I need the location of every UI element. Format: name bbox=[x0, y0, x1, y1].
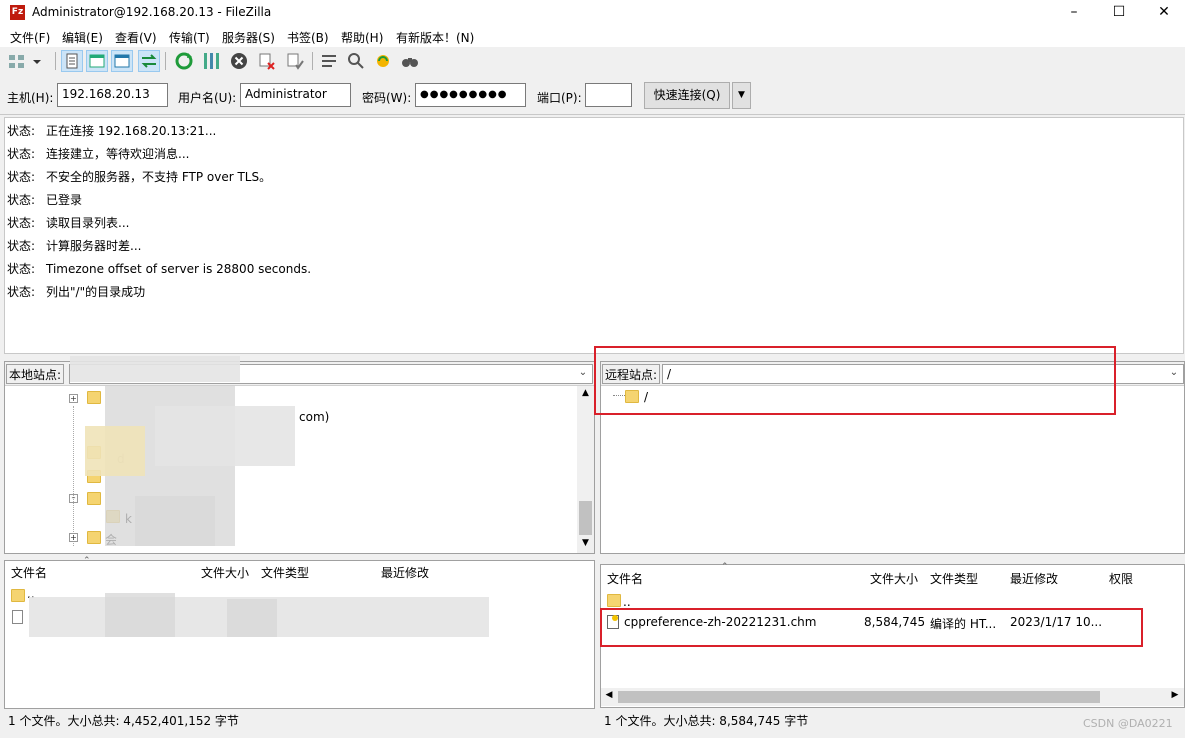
close-button[interactable]: ✕ bbox=[1141, 0, 1185, 26]
watermark: CSDN @DA0221 bbox=[1083, 717, 1173, 730]
minimize-button[interactable]: – bbox=[1051, 0, 1097, 26]
column-modified[interactable]: 最近修改 bbox=[381, 564, 429, 581]
log-line: 状态: 列出"/"的目录成功 bbox=[7, 285, 146, 299]
tree-expand-icon[interactable]: + bbox=[69, 533, 78, 542]
sort-ascending-icon: ⌃ bbox=[83, 556, 91, 566]
column-type[interactable]: 文件类型 bbox=[261, 564, 309, 581]
site-manager-dropdown-icon[interactable] bbox=[30, 50, 44, 72]
refresh-icon[interactable] bbox=[173, 50, 195, 72]
process-queue-icon[interactable] bbox=[200, 50, 222, 72]
scrollbar-thumb[interactable] bbox=[618, 691, 1100, 703]
username-input[interactable]: Administrator bbox=[240, 83, 351, 107]
toggle-transfer-queue-icon[interactable] bbox=[138, 50, 160, 72]
host-input[interactable]: 192.168.20.13 bbox=[57, 83, 168, 107]
menu-transfer[interactable]: 传输(T) bbox=[169, 29, 210, 46]
menu-bar: 文件(F) 编辑(E) 查看(V) 传输(T) 服务器(S) 书签(B) 帮助(… bbox=[0, 26, 1185, 47]
site-manager-icon[interactable] bbox=[6, 50, 28, 72]
local-tree[interactable]: + – + k 会 com) d bbox=[5, 386, 577, 553]
toggle-message-log-icon[interactable] bbox=[61, 50, 83, 72]
column-size[interactable]: 文件大小 bbox=[870, 570, 918, 587]
toggle-remote-tree-icon[interactable] bbox=[111, 50, 133, 72]
quickconnect-dropdown-button[interactable]: ▼ bbox=[732, 82, 751, 109]
title-bar: Fz Administrator@192.168.20.13 - FileZil… bbox=[0, 0, 1185, 26]
scroll-left-icon[interactable]: ◀ bbox=[603, 690, 615, 704]
tree-collapse-icon[interactable]: – bbox=[69, 494, 78, 503]
local-file-list: 文件名 ⌃ 文件大小 文件类型 最近修改 .. bbox=[4, 556, 595, 709]
tree-item-label[interactable]: com) bbox=[299, 410, 329, 424]
column-modified[interactable]: 最近修改 bbox=[1010, 570, 1058, 587]
menu-bookmarks[interactable]: 书签(B) bbox=[287, 29, 329, 46]
local-status-bar: 1 个文件。大小总共: 4,452,401,152 字节 bbox=[4, 709, 595, 731]
privacy-blur-overlay bbox=[30, 350, 240, 384]
log-line: 状态: 连接建立，等待欢迎消息... bbox=[7, 147, 190, 161]
column-permissions[interactable]: 权限 bbox=[1109, 570, 1133, 587]
disconnect-icon[interactable] bbox=[256, 50, 278, 72]
log-line: 状态: 计算服务器时差... bbox=[7, 239, 142, 253]
chevron-down-icon[interactable]: ⌄ bbox=[1167, 367, 1181, 381]
local-tree-scrollbar[interactable]: ▲ ▼ bbox=[577, 386, 594, 553]
folder-icon bbox=[11, 589, 25, 602]
menu-file[interactable]: 文件(F) bbox=[10, 29, 50, 46]
toggle-local-tree-icon[interactable] bbox=[86, 50, 108, 72]
menu-server[interactable]: 服务器(S) bbox=[222, 29, 275, 46]
folder-icon bbox=[607, 594, 621, 607]
menu-help[interactable]: 帮助(H) bbox=[341, 29, 383, 46]
menu-edit[interactable]: 编辑(E) bbox=[62, 29, 103, 46]
chevron-down-icon[interactable]: ⌄ bbox=[576, 367, 590, 381]
column-name[interactable]: 文件名 bbox=[11, 564, 47, 581]
reconnect-icon[interactable] bbox=[284, 50, 306, 72]
directory-comparison-icon[interactable] bbox=[345, 50, 367, 72]
file-icon bbox=[12, 610, 23, 624]
sort-ascending-icon: ⌃ bbox=[721, 562, 729, 572]
password-input[interactable]: ●●●●●●●●● bbox=[415, 83, 526, 107]
parent-dir[interactable]: .. bbox=[623, 595, 631, 609]
folder-icon bbox=[87, 492, 101, 505]
message-log: 状态: 正在连接 192.168.20.13:21... 状态: 连接建立，等待欢迎… bbox=[4, 117, 1184, 354]
scroll-right-icon[interactable]: ▶ bbox=[1169, 690, 1181, 704]
username-label: 用户名(U): bbox=[178, 91, 237, 105]
filezilla-app-icon: Fz bbox=[10, 5, 25, 20]
local-column-header: 文件名 ⌃ 文件大小 文件类型 最近修改 bbox=[5, 556, 594, 583]
toolbar bbox=[0, 47, 1185, 75]
password-label: 密码(W): bbox=[362, 91, 412, 105]
highlight-box bbox=[594, 346, 1116, 415]
column-size[interactable]: 文件大小 bbox=[201, 564, 249, 581]
column-name[interactable]: 文件名 bbox=[607, 570, 643, 587]
directory-filter-icon[interactable] bbox=[318, 50, 340, 72]
log-line: 状态: Timezone offset of server is 28800 se… bbox=[7, 262, 312, 276]
search-remote-files-icon[interactable] bbox=[399, 50, 421, 72]
local-tree-panel: 本地站点: ⌄ + – + k 会 com) d ▲ ▼ bbox=[4, 361, 595, 554]
remote-status-text: 1 个文件。大小总共: 8,584,745 字节 bbox=[604, 714, 809, 728]
port-label: 端口(P): bbox=[537, 91, 582, 105]
host-label: 主机(H): bbox=[7, 91, 54, 105]
log-line: 状态: 读取目录列表... bbox=[7, 216, 130, 230]
remote-horizontal-scrollbar[interactable]: ◀ ▶ bbox=[601, 688, 1184, 706]
cancel-operation-icon[interactable] bbox=[228, 50, 250, 72]
synchronized-browsing-icon[interactable] bbox=[372, 50, 394, 72]
quickconnect-bar: 主机(H): 192.168.20.13 用户名(U): Administrat… bbox=[0, 76, 1185, 115]
folder-icon bbox=[87, 531, 101, 544]
log-line: 状态: 不安全的服务器，不支持 FTP over TLS。 bbox=[7, 170, 272, 184]
quickconnect-button[interactable]: 快速连接(Q) bbox=[644, 82, 730, 109]
port-input[interactable] bbox=[585, 83, 632, 107]
tree-expand-icon[interactable]: + bbox=[69, 394, 78, 403]
local-status-text: 1 个文件。大小总共: 4,452,401,152 字节 bbox=[8, 714, 239, 728]
scroll-up-icon[interactable]: ▲ bbox=[577, 388, 594, 400]
highlight-box bbox=[600, 608, 1143, 647]
menu-view[interactable]: 查看(V) bbox=[115, 29, 157, 46]
menu-new-version[interactable]: 有新版本！(N) bbox=[396, 29, 474, 46]
scroll-down-icon[interactable]: ▼ bbox=[577, 538, 594, 550]
remote-column-header: 文件名 ⌃ 文件大小 文件类型 最近修改 权限 bbox=[601, 562, 1184, 589]
log-line: 状态: 已登录 bbox=[7, 193, 83, 207]
scrollbar-thumb[interactable] bbox=[579, 501, 592, 535]
window-title: Administrator@192.168.20.13 - FileZilla bbox=[32, 5, 272, 19]
folder-icon bbox=[87, 391, 101, 404]
maximize-button[interactable]: ☐ bbox=[1096, 0, 1142, 26]
column-type[interactable]: 文件类型 bbox=[930, 570, 978, 587]
log-line: 状态: 正在连接 192.168.20.13:21... bbox=[7, 124, 217, 138]
